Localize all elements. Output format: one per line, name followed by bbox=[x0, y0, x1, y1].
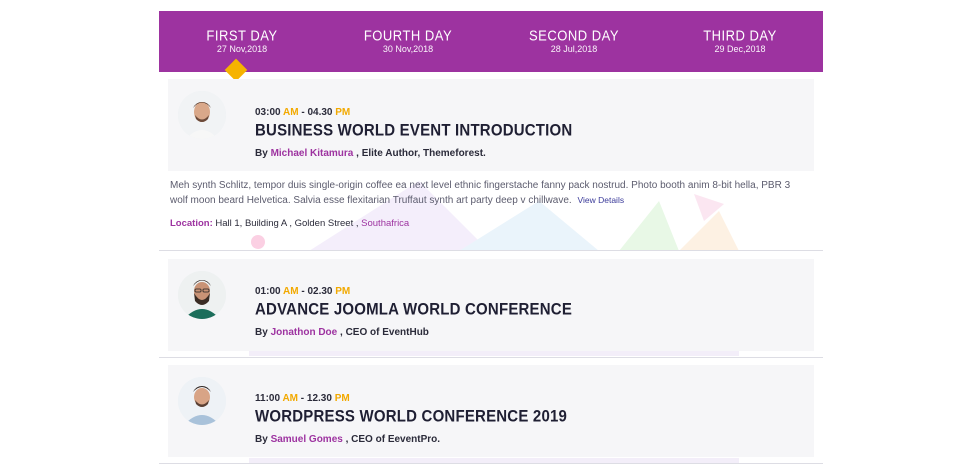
event-title: WORDPRESS WORLD CONFERENCE 2019 bbox=[255, 407, 568, 427]
tab-date: 30 Nov,2018 bbox=[382, 44, 434, 54]
speaker-avatar bbox=[178, 91, 226, 139]
tab-fourth-day[interactable]: FOURTH DAY 30 Nov,2018 bbox=[325, 11, 491, 72]
tab-date: 27 Nov,2018 bbox=[216, 44, 268, 54]
start-time: 11:00 bbox=[255, 393, 281, 404]
event-time: 11:00 AM - 12.30 PM bbox=[255, 393, 350, 404]
event-time: 03:00 AM - 04.30 PM bbox=[255, 107, 350, 118]
start-time: 03:00 bbox=[255, 107, 281, 118]
schedule-panel: FIRST DAY 27 Nov,2018 FOURTH DAY 30 Nov,… bbox=[159, 11, 823, 471]
event-title: BUSINESS WORLD EVENT INTRODUCTION bbox=[255, 121, 573, 141]
tab-date: 28 Jul,2018 bbox=[550, 44, 598, 54]
event-title: ADVANCE JOOMLA WORLD CONFERENCE bbox=[255, 300, 573, 320]
speaker-avatar bbox=[178, 377, 226, 425]
tab-third-day[interactable]: THIRD DAY 29 Dec,2018 bbox=[657, 11, 823, 72]
end-ampm: PM bbox=[335, 286, 351, 297]
start-time: 01:00 bbox=[255, 286, 281, 297]
tab-label: SECOND DAY bbox=[529, 27, 619, 44]
view-details-link[interactable]: View Details bbox=[577, 195, 624, 205]
start-ampm: AM bbox=[282, 393, 299, 404]
location-city-link[interactable]: Southafrica bbox=[361, 218, 409, 229]
event-byline: By Jonathon Doe , CEO of EventHub bbox=[255, 327, 429, 338]
event-location: Location: Hall 1, Building A , Golden St… bbox=[170, 218, 409, 229]
event-byline: By Samuel Gomes , CEO of EeventPro. bbox=[255, 434, 440, 445]
tab-first-day[interactable]: FIRST DAY 27 Nov,2018 bbox=[159, 11, 325, 72]
event-card: 11:00 AM - 12.30 PM WORDPRESS WORLD CONF… bbox=[168, 365, 814, 457]
event-card: 03:00 AM - 04.30 PM BUSINESS WORLD EVENT… bbox=[168, 79, 814, 171]
author-role: , Elite Author, Themeforest. bbox=[353, 148, 486, 159]
end-time: 12.30 bbox=[306, 393, 332, 404]
event-card: 01:00 AM - 02.30 PM ADVANCE JOOMLA WORLD… bbox=[168, 259, 814, 351]
end-ampm: PM bbox=[335, 107, 351, 118]
speaker-avatar bbox=[178, 271, 226, 319]
start-ampm: AM bbox=[283, 107, 299, 118]
author-role: , CEO of EeventPro. bbox=[342, 434, 441, 445]
end-ampm: PM bbox=[334, 393, 350, 404]
event-divider bbox=[159, 357, 823, 358]
by-label: By bbox=[255, 434, 271, 445]
author-role: , CEO of EventHub bbox=[337, 327, 429, 338]
tab-label: FIRST DAY bbox=[206, 27, 278, 44]
location-address: Hall 1, Building A , Golden Street , bbox=[212, 218, 362, 229]
tab-date: 29 Dec,2018 bbox=[714, 44, 766, 54]
tab-label: THIRD DAY bbox=[703, 27, 777, 44]
by-label: By bbox=[255, 148, 271, 159]
description-text: Meh synth Schlitz, tempor duis single-or… bbox=[170, 180, 791, 206]
by-label: By bbox=[255, 327, 271, 338]
tab-label: FOURTH DAY bbox=[363, 27, 453, 44]
author-link[interactable]: Michael Kitamura bbox=[271, 148, 354, 159]
event-description: Meh synth Schlitz, tempor duis single-or… bbox=[170, 178, 810, 208]
time-separator: - bbox=[298, 393, 307, 404]
author-link[interactable]: Samuel Gomes bbox=[271, 434, 343, 445]
end-time: 04.30 bbox=[307, 107, 333, 118]
day-tabs: FIRST DAY 27 Nov,2018 FOURTH DAY 30 Nov,… bbox=[159, 11, 823, 72]
location-label: Location: bbox=[170, 218, 213, 229]
end-time: 02.30 bbox=[307, 286, 333, 297]
event-divider bbox=[159, 250, 823, 251]
event-time: 01:00 AM - 02.30 PM bbox=[255, 286, 350, 297]
tab-second-day[interactable]: SECOND DAY 28 Jul,2018 bbox=[491, 11, 657, 72]
author-link[interactable]: Jonathon Doe bbox=[271, 327, 338, 338]
start-ampm: AM bbox=[283, 286, 299, 297]
event-divider bbox=[159, 463, 823, 464]
event-byline: By Michael Kitamura , Elite Author, Them… bbox=[255, 148, 486, 159]
